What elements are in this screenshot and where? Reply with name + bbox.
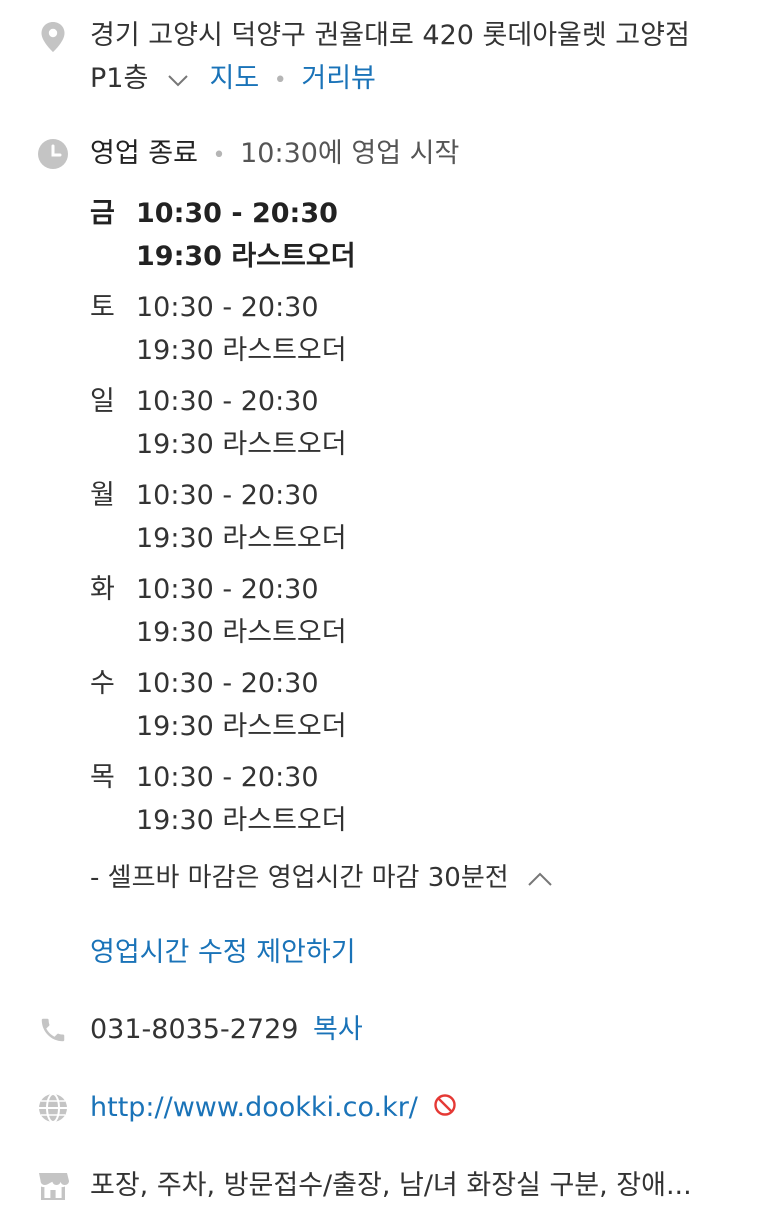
day-times: 10:30 - 20:30 19:30 라스트오더 [136, 192, 356, 278]
day-last-order: 19:30 라스트오더 [136, 241, 356, 272]
day-last-order: 19:30 라스트오더 [136, 429, 347, 460]
chevron-up-icon[interactable] [527, 859, 553, 899]
separator-dot: • [273, 68, 287, 93]
phone-icon [36, 1013, 70, 1047]
day-hours-row: 화 10:30 - 20:30 19:30 라스트오더 [90, 568, 356, 654]
day-last-order: 19:30 라스트오더 [136, 711, 347, 742]
day-last-order: 19:30 라스트오더 [136, 335, 347, 366]
day-times: 10:30 - 20:30 19:30 라스트오더 [136, 662, 347, 748]
day-open-hours: 10:30 - 20:30 [136, 574, 319, 605]
phone-number[interactable]: 031-8035-2729 [90, 1014, 298, 1045]
day-name: 토 [90, 292, 115, 323]
day-name: 화 [90, 574, 115, 605]
day-hours-row: 수 10:30 - 20:30 19:30 라스트오더 [90, 662, 356, 748]
day-times: 10:30 - 20:30 19:30 라스트오더 [136, 286, 347, 372]
clock-icon [36, 137, 70, 171]
copy-phone-button[interactable]: 복사 [313, 1014, 363, 1045]
day-name: 수 [90, 668, 115, 699]
day-open-hours: 10:30 - 20:30 [136, 292, 319, 323]
phone-line: 031-8035-2729 복사 [90, 1008, 363, 1052]
separator-dot: • [212, 143, 226, 168]
street-view-link[interactable]: 거리뷰 [301, 63, 376, 94]
business-status: 영업 종료 [90, 138, 198, 169]
day-hours-row: 목 10:30 - 20:30 19:30 라스트오더 [90, 756, 356, 842]
address-line1: 경기 고양시 덕양구 권율대로 420 롯데아울렛 고양점 [90, 20, 690, 51]
day-hours-row: 금 10:30 - 20:30 19:30 라스트오더 [90, 192, 356, 278]
hours-status-line: 영업 종료 • 10:30에 영업 시작 [90, 132, 459, 178]
day-open-hours: 10:30 - 20:30 [136, 668, 319, 699]
day-open-hours: 10:30 - 20:30 [136, 198, 338, 229]
day-name: 일 [90, 386, 115, 417]
website-line: http://www.dookki.co.kr/ [90, 1086, 457, 1131]
hours-note-row: - 셀프바 마감은 영업시간 마감 30분전 [90, 858, 553, 899]
chevron-down-icon[interactable] [167, 58, 189, 102]
address-line2-row: P1층 지도 • 거리뷰 [90, 57, 376, 103]
amenities-text: 포장, 주차, 방문접수/출장, 남/녀 화장실 구분, 장애... [90, 1170, 692, 1201]
day-times: 10:30 - 20:30 19:30 라스트오더 [136, 568, 347, 654]
day-hours-row: 토 10:30 - 20:30 19:30 라스트오더 [90, 286, 356, 372]
location-pin-icon [36, 20, 70, 54]
day-hours-row: 월 10:30 - 20:30 19:30 라스트오더 [90, 474, 356, 560]
day-times: 10:30 - 20:30 19:30 라스트오더 [136, 380, 347, 466]
day-last-order: 19:30 라스트오더 [136, 617, 347, 648]
hours-note: - 셀프바 마감은 영업시간 마감 30분전 [90, 863, 509, 893]
day-open-hours: 10:30 - 20:30 [136, 480, 319, 511]
day-times: 10:30 - 20:30 19:30 라스트오더 [136, 474, 347, 560]
day-name: 금 [90, 198, 115, 229]
day-hours-row: 일 10:30 - 20:30 19:30 라스트오더 [90, 380, 356, 466]
store-icon [36, 1169, 70, 1203]
next-open-time: 10:30에 영업 시작 [240, 138, 460, 169]
day-times: 10:30 - 20:30 19:30 라스트오더 [136, 756, 347, 842]
day-open-hours: 10:30 - 20:30 [136, 762, 319, 793]
day-name: 목 [90, 762, 115, 793]
map-link[interactable]: 지도 [210, 63, 260, 94]
website-link[interactable]: http://www.dookki.co.kr/ [90, 1092, 418, 1123]
day-last-order: 19:30 라스트오더 [136, 523, 347, 554]
weekly-hours: 금 10:30 - 20:30 19:30 라스트오더 토 10:30 - 20:30 1… [90, 192, 356, 850]
globe-icon [36, 1091, 70, 1125]
day-last-order: 19:30 라스트오더 [136, 805, 347, 836]
day-name: 월 [90, 480, 115, 511]
blocked-icon [433, 1087, 457, 1131]
day-open-hours: 10:30 - 20:30 [136, 386, 319, 417]
suggest-hours-edit-link[interactable]: 영업시간 수정 제안하기 [90, 931, 356, 975]
address-floor: P1층 [90, 63, 149, 94]
